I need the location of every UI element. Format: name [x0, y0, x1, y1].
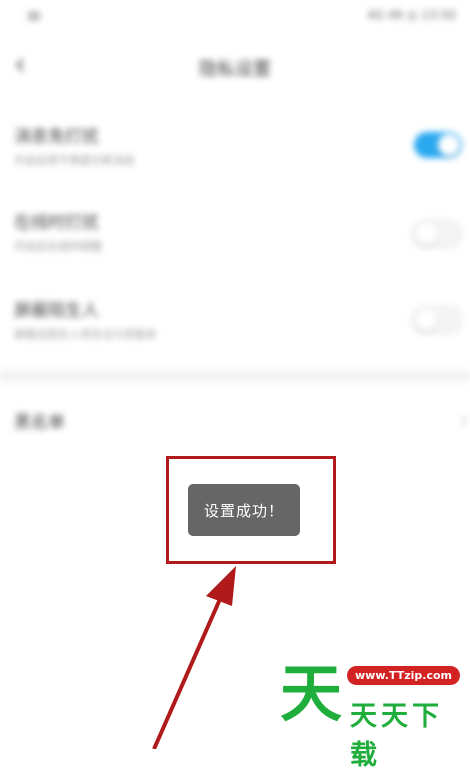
arrow-shaft	[152, 589, 226, 749]
watermark-logo-char: 天	[280, 657, 343, 730]
watermark-brand-text: 天天下载	[350, 701, 443, 771]
annotation-arrow	[152, 566, 236, 749]
arrow-head	[206, 566, 236, 606]
watermark-url-badge: www.TTzip.com	[347, 666, 460, 685]
